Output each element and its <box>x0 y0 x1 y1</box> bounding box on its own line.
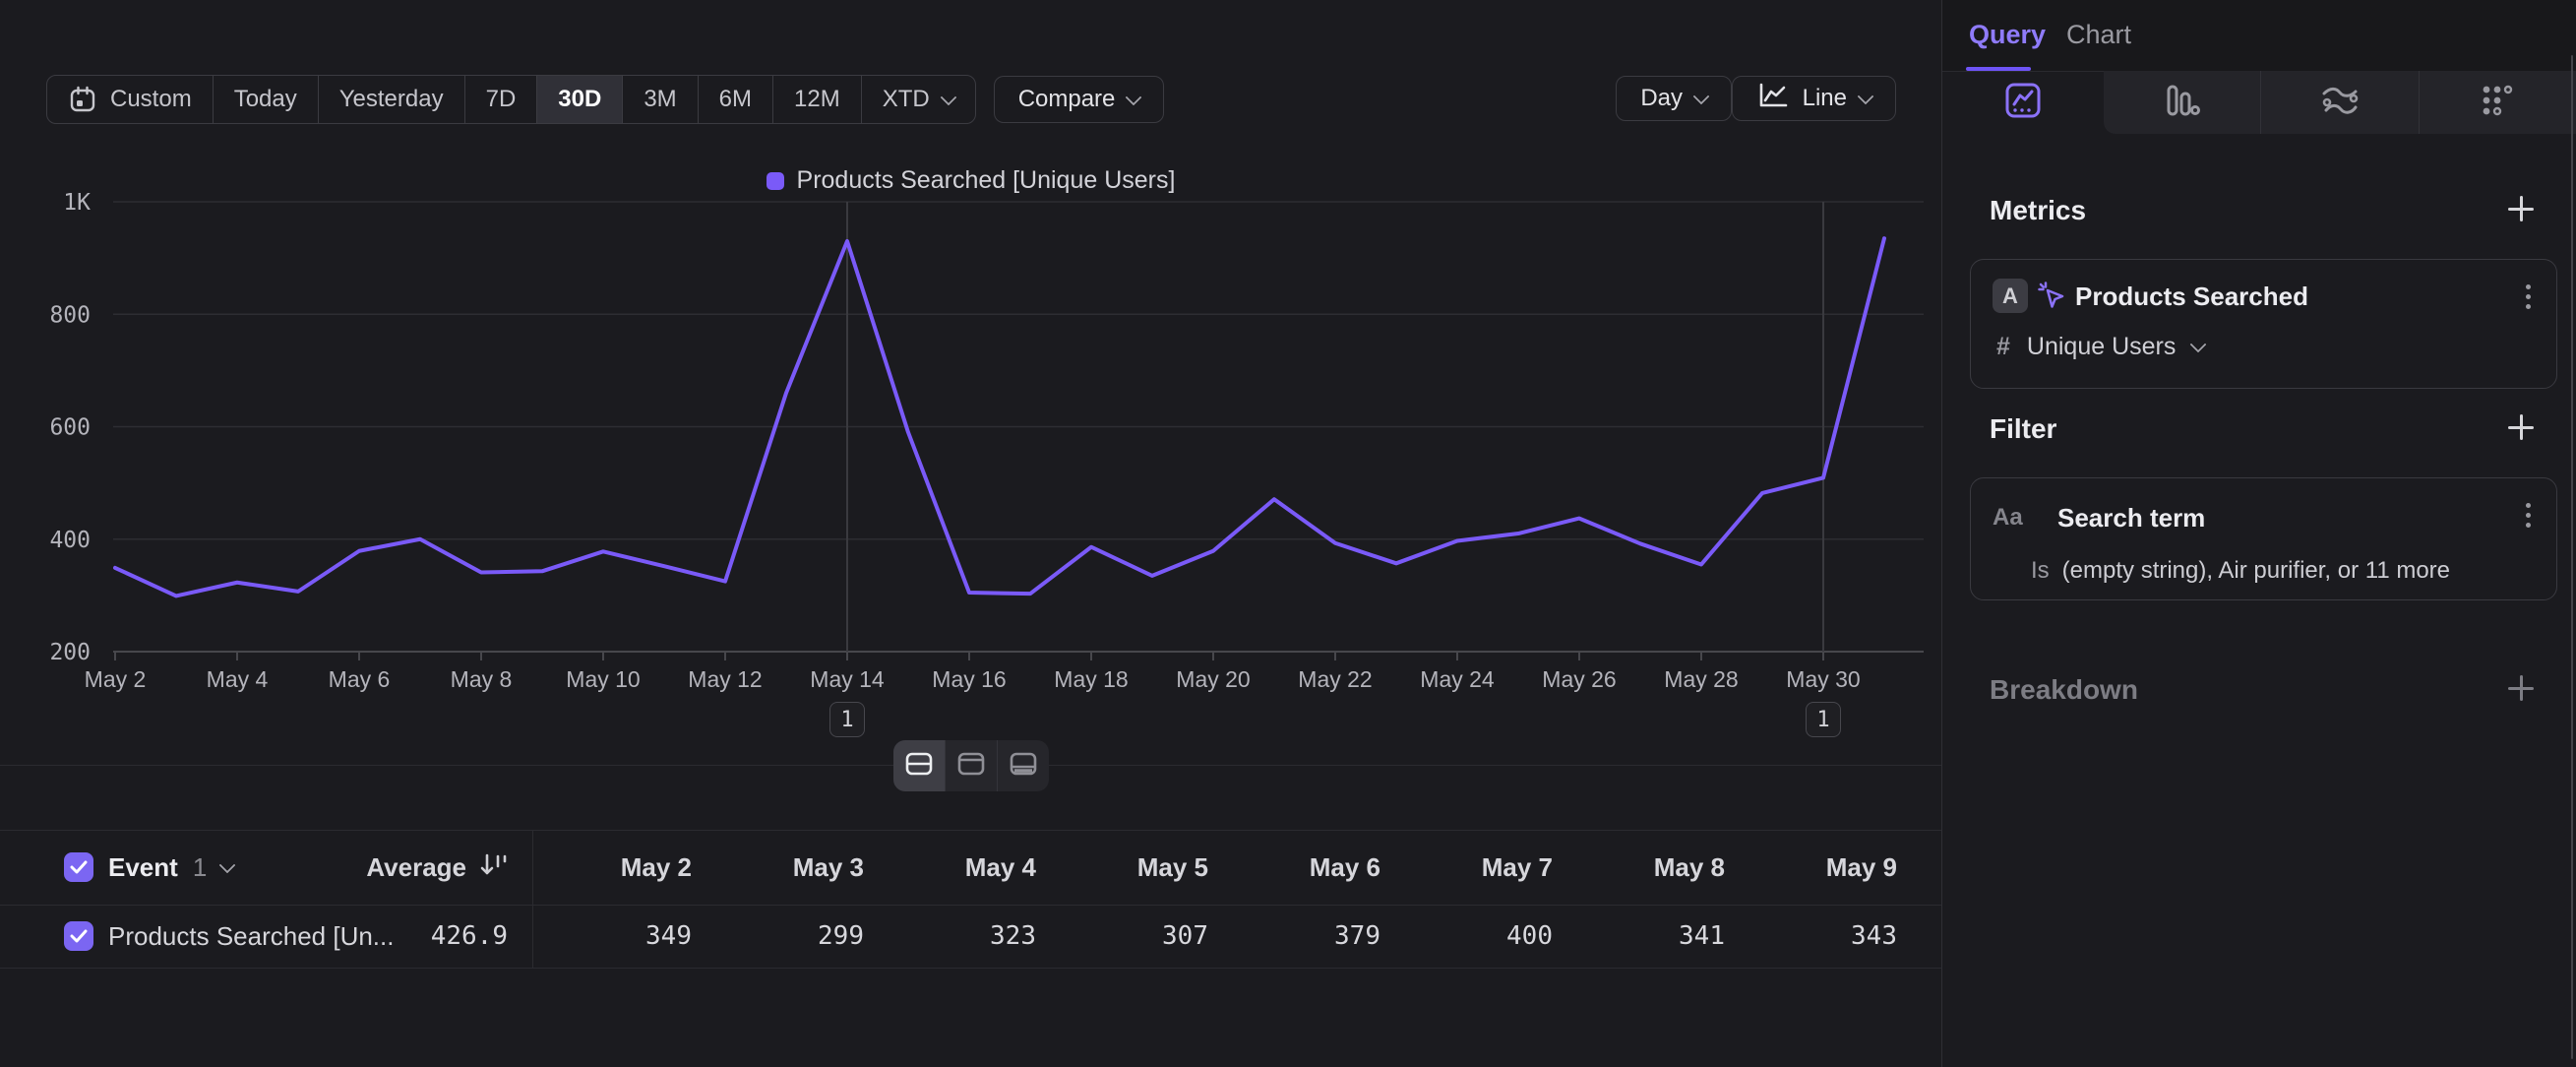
table-row-values: 349299323307379400341343 <box>520 905 1897 968</box>
date-column-header: May 9 <box>1725 830 1897 905</box>
x-axis-label: May 4 <box>207 666 269 692</box>
table-border-bottom <box>0 968 1941 969</box>
aggregation-label: Unique Users <box>2027 333 2176 361</box>
select-all-checkbox[interactable] <box>64 852 93 882</box>
x-axis-label: May 18 <box>1054 666 1128 692</box>
chart-only-button[interactable] <box>945 740 997 791</box>
inactive-tabs-strip <box>2104 71 2576 134</box>
table-only-icon <box>1009 751 1038 782</box>
x-axis-label: May 24 <box>1420 666 1495 692</box>
metrics-section-title: Metrics <box>1990 195 2086 226</box>
metric-name[interactable]: Products Searched <box>2075 282 2308 312</box>
filter-section-title: Filter <box>1990 413 2056 445</box>
x-axis-label: May 20 <box>1176 666 1250 692</box>
add-breakdown-icon[interactable] <box>2508 675 2534 701</box>
chevron-down-icon <box>2190 337 2207 353</box>
chevron-down-icon[interactable] <box>219 856 236 873</box>
metric-letter-badge: A <box>1993 279 2028 313</box>
date-cell-value: 307 <box>1036 905 1208 968</box>
add-metric-icon[interactable] <box>2508 196 2534 221</box>
panel-tab-bar: Query Chart <box>1942 0 2576 72</box>
y-axis-label: 200 <box>49 640 91 665</box>
y-axis-label: 400 <box>49 528 91 553</box>
date-column-header: May 3 <box>692 830 864 905</box>
date-column-header: May 8 <box>1553 830 1725 905</box>
retention-icon <box>2480 83 2515 123</box>
x-axis-label: May 16 <box>932 666 1006 692</box>
query-panel: Query Chart <box>1941 0 2576 1067</box>
annotation-badge[interactable]: 1 <box>1806 702 1841 737</box>
date-cell-value: 323 <box>864 905 1036 968</box>
date-column-header: May 5 <box>1036 830 1208 905</box>
aggregation-type-icon: # <box>1996 333 2010 361</box>
filter-value: (empty string), Air purifier, or 11 more <box>2062 557 2450 585</box>
filter-property-name[interactable]: Search term <box>2057 503 2205 534</box>
x-axis-label: May 10 <box>566 666 640 692</box>
average-label: Average <box>295 852 466 883</box>
row-checkbox[interactable] <box>64 921 93 951</box>
x-axis-label: May 8 <box>451 666 513 692</box>
date-column-header: May 6 <box>1208 830 1380 905</box>
insights-tab[interactable] <box>1942 71 2104 134</box>
metric-card[interactable]: A Products Searched # Unique Users <box>1970 259 2557 389</box>
filter-menu-icon[interactable] <box>2524 501 2533 530</box>
metric-menu-icon[interactable] <box>2524 282 2533 311</box>
insights-icon <box>2003 81 2043 125</box>
add-filter-icon[interactable] <box>2508 414 2534 440</box>
date-cell-value: 341 <box>1553 905 1725 968</box>
string-property-icon: Aa <box>1993 504 2023 532</box>
date-cell-value: 379 <box>1208 905 1380 968</box>
app-root: CustomTodayYesterday7D30D3M6M12MXTD Comp… <box>0 0 2576 1067</box>
layout-toggle-group <box>893 740 1049 791</box>
date-cell-value: 299 <box>692 905 864 968</box>
breakdown-section-title: Breakdown <box>1990 674 2138 706</box>
date-cell-value: 349 <box>520 905 692 968</box>
event-count: 1 <box>193 852 207 883</box>
event-header-cell: Event 1 <box>64 830 233 905</box>
date-column-header: May 7 <box>1380 830 1553 905</box>
date-column-header: May 2 <box>520 830 692 905</box>
average-header-cell[interactable]: Average <box>295 830 510 905</box>
x-axis-label: May 28 <box>1664 666 1738 692</box>
filter-operator: Is <box>2031 557 2050 585</box>
series-line[interactable] <box>115 238 1884 596</box>
event-label: Event <box>108 852 178 883</box>
table-only-button[interactable] <box>997 740 1049 791</box>
table-date-headers: May 2May 3May 4May 5May 6May 7May 8May 9 <box>520 830 1897 905</box>
metric-aggregation[interactable]: # Unique Users <box>1996 333 2204 361</box>
x-axis-label: May 26 <box>1542 666 1616 692</box>
x-axis-label: May 14 <box>810 666 885 692</box>
x-axis-label: May 2 <box>85 666 147 692</box>
funnels-icon <box>2163 82 2202 124</box>
y-axis-label: 600 <box>49 415 91 441</box>
event-cursor-icon <box>2034 278 2069 318</box>
flows-tab[interactable] <box>2260 71 2418 134</box>
x-axis-label: May 22 <box>1298 666 1372 692</box>
y-axis-label: 800 <box>49 302 91 328</box>
sort-descending-icon[interactable] <box>478 851 510 884</box>
y-axis-label: 1K <box>63 190 91 216</box>
row-average-value: 426.9 <box>325 905 508 968</box>
flows-icon <box>2320 84 2360 122</box>
x-axis-label: May 30 <box>1786 666 1860 692</box>
x-axis-label: May 12 <box>688 666 762 692</box>
report-type-tabs <box>1942 71 2576 134</box>
panel-scrollbar[interactable] <box>2571 55 2573 1059</box>
tab-query[interactable]: Query <box>1969 0 2046 69</box>
date-column-header: May 4 <box>864 830 1036 905</box>
filter-condition[interactable]: Is (empty string), Air purifier, or 11 m… <box>2031 557 2450 585</box>
funnels-tab[interactable] <box>2104 71 2260 134</box>
date-cell-value: 343 <box>1725 905 1897 968</box>
line-chart[interactable]: 1K 800 600 400 200May 2 May 4 May 6 May 8 May 10… <box>0 0 1941 748</box>
split-view-icon <box>904 751 934 782</box>
split-view-button[interactable] <box>893 740 945 791</box>
tab-chart[interactable]: Chart <box>2066 0 2131 69</box>
date-cell-value: 400 <box>1380 905 1553 968</box>
main-pane: CustomTodayYesterday7D30D3M6M12MXTD Comp… <box>0 0 1941 1067</box>
chart-only-icon <box>956 751 986 782</box>
filter-card[interactable]: Aa Search term Is (empty string), Air pu… <box>1970 477 2557 600</box>
annotation-badge[interactable]: 1 <box>829 702 865 737</box>
x-axis-label: May 6 <box>329 666 391 692</box>
retention-tab[interactable] <box>2419 71 2576 134</box>
